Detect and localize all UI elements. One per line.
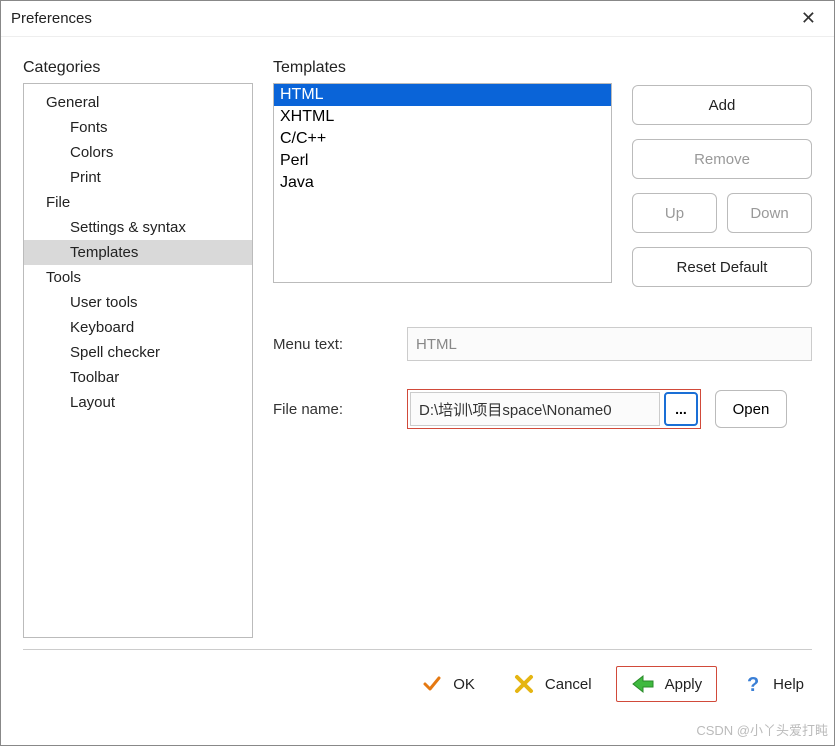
tree-item-print[interactable]: Print bbox=[24, 165, 252, 190]
ok-label: OK bbox=[453, 676, 475, 693]
open-button[interactable]: Open bbox=[715, 390, 787, 428]
tree-item-spell-checker[interactable]: Spell checker bbox=[24, 340, 252, 365]
categories-label: Categories bbox=[23, 59, 253, 77]
ok-button[interactable]: OK bbox=[407, 667, 489, 701]
reset-default-button[interactable]: Reset Default bbox=[632, 247, 812, 287]
help-button[interactable]: ? Help bbox=[727, 667, 818, 701]
add-button[interactable]: Add bbox=[632, 85, 812, 125]
cross-icon bbox=[513, 673, 535, 695]
cancel-label: Cancel bbox=[545, 676, 592, 693]
tree-item-tools[interactable]: Tools bbox=[24, 265, 252, 290]
tree-item-general[interactable]: General bbox=[24, 90, 252, 115]
up-button[interactable]: Up bbox=[632, 193, 717, 233]
file-name-label: File name: bbox=[273, 401, 393, 418]
help-icon: ? bbox=[741, 673, 763, 695]
menu-text-input[interactable] bbox=[407, 327, 812, 361]
template-item-xhtml[interactable]: XHTML bbox=[274, 106, 611, 128]
help-label: Help bbox=[773, 676, 804, 693]
templates-label: Templates bbox=[273, 59, 612, 77]
tree-item-layout[interactable]: Layout bbox=[24, 390, 252, 415]
tree-item-templates[interactable]: Templates bbox=[24, 240, 252, 265]
template-item-html[interactable]: HTML bbox=[274, 84, 611, 106]
check-icon bbox=[421, 673, 443, 695]
template-item-ccpp[interactable]: C/C++ bbox=[274, 128, 611, 150]
menu-text-label: Menu text: bbox=[273, 336, 393, 353]
tree-item-file[interactable]: File bbox=[24, 190, 252, 215]
browse-button[interactable]: ... bbox=[664, 392, 698, 426]
tree-item-colors[interactable]: Colors bbox=[24, 140, 252, 165]
arrow-left-icon bbox=[631, 673, 655, 695]
window-title: Preferences bbox=[11, 10, 793, 27]
template-item-java[interactable]: Java bbox=[274, 172, 611, 194]
file-name-input[interactable] bbox=[410, 392, 660, 426]
apply-label: Apply bbox=[665, 676, 703, 693]
cancel-button[interactable]: Cancel bbox=[499, 667, 606, 701]
templates-list[interactable]: HTML XHTML C/C++ Perl Java bbox=[273, 83, 612, 283]
tree-item-fonts[interactable]: Fonts bbox=[24, 115, 252, 140]
remove-button[interactable]: Remove bbox=[632, 139, 812, 179]
watermark: CSDN @小丫头爱打盹 bbox=[696, 720, 828, 739]
svg-text:?: ? bbox=[747, 674, 759, 695]
tree-item-toolbar[interactable]: Toolbar bbox=[24, 365, 252, 390]
categories-tree[interactable]: General Fonts Colors Print File Settings… bbox=[23, 83, 253, 638]
close-icon[interactable]: ✕ bbox=[793, 4, 824, 33]
template-item-perl[interactable]: Perl bbox=[274, 150, 611, 172]
down-button[interactable]: Down bbox=[727, 193, 812, 233]
tree-item-keyboard[interactable]: Keyboard bbox=[24, 315, 252, 340]
apply-button[interactable]: Apply bbox=[616, 666, 718, 702]
tree-item-settings-syntax[interactable]: Settings & syntax bbox=[24, 215, 252, 240]
tree-item-user-tools[interactable]: User tools bbox=[24, 290, 252, 315]
